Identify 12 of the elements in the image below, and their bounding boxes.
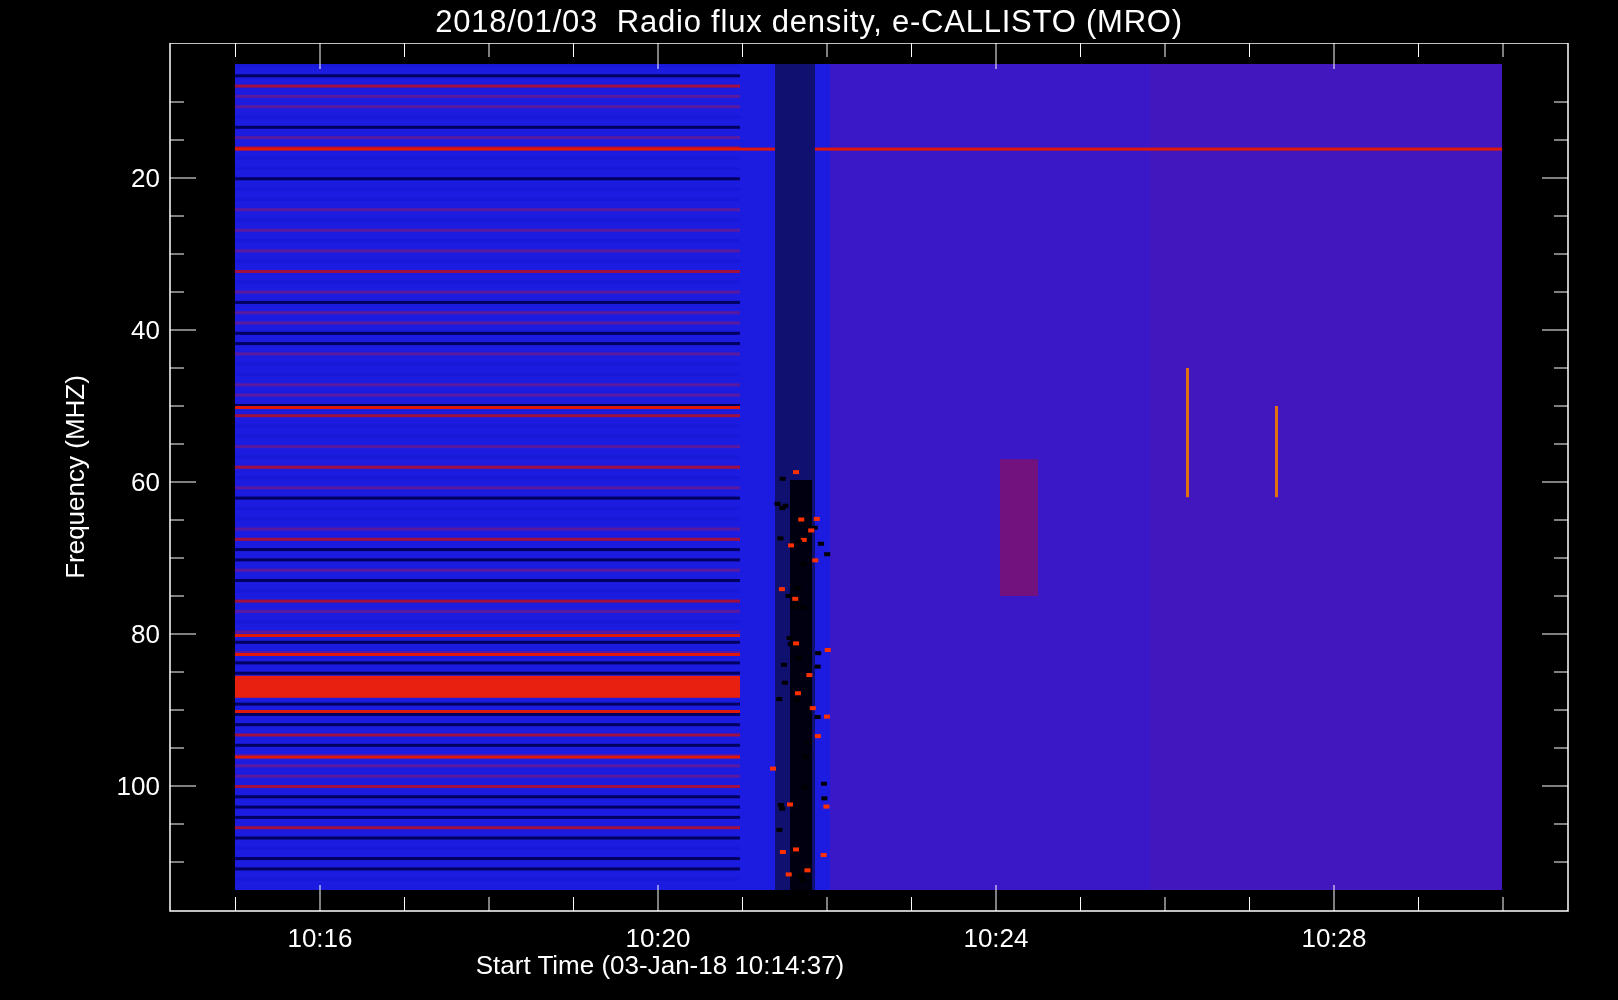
y-tick-label: 100: [116, 771, 160, 801]
x-tick-label: 10:16: [287, 923, 353, 953]
y-axis-label: Frequency (MHZ): [60, 375, 90, 579]
y-tick-label: 40: [131, 315, 160, 345]
y-tick-label: 60: [131, 467, 160, 497]
x-tick-label: 10:24: [963, 923, 1029, 953]
x-axis-label: Start Time (03-Jan-18 10:14:37): [475, 950, 845, 980]
y-tick-label: 20: [131, 163, 160, 193]
x-tick-label: 10:28: [1301, 923, 1367, 953]
y-tick-label: 80: [131, 619, 160, 649]
plot-title: 2018/01/03 Radio flux density, e-CALLISTO (MRO): [435, 6, 1183, 37]
x-tick-label: 10:20: [625, 923, 691, 953]
